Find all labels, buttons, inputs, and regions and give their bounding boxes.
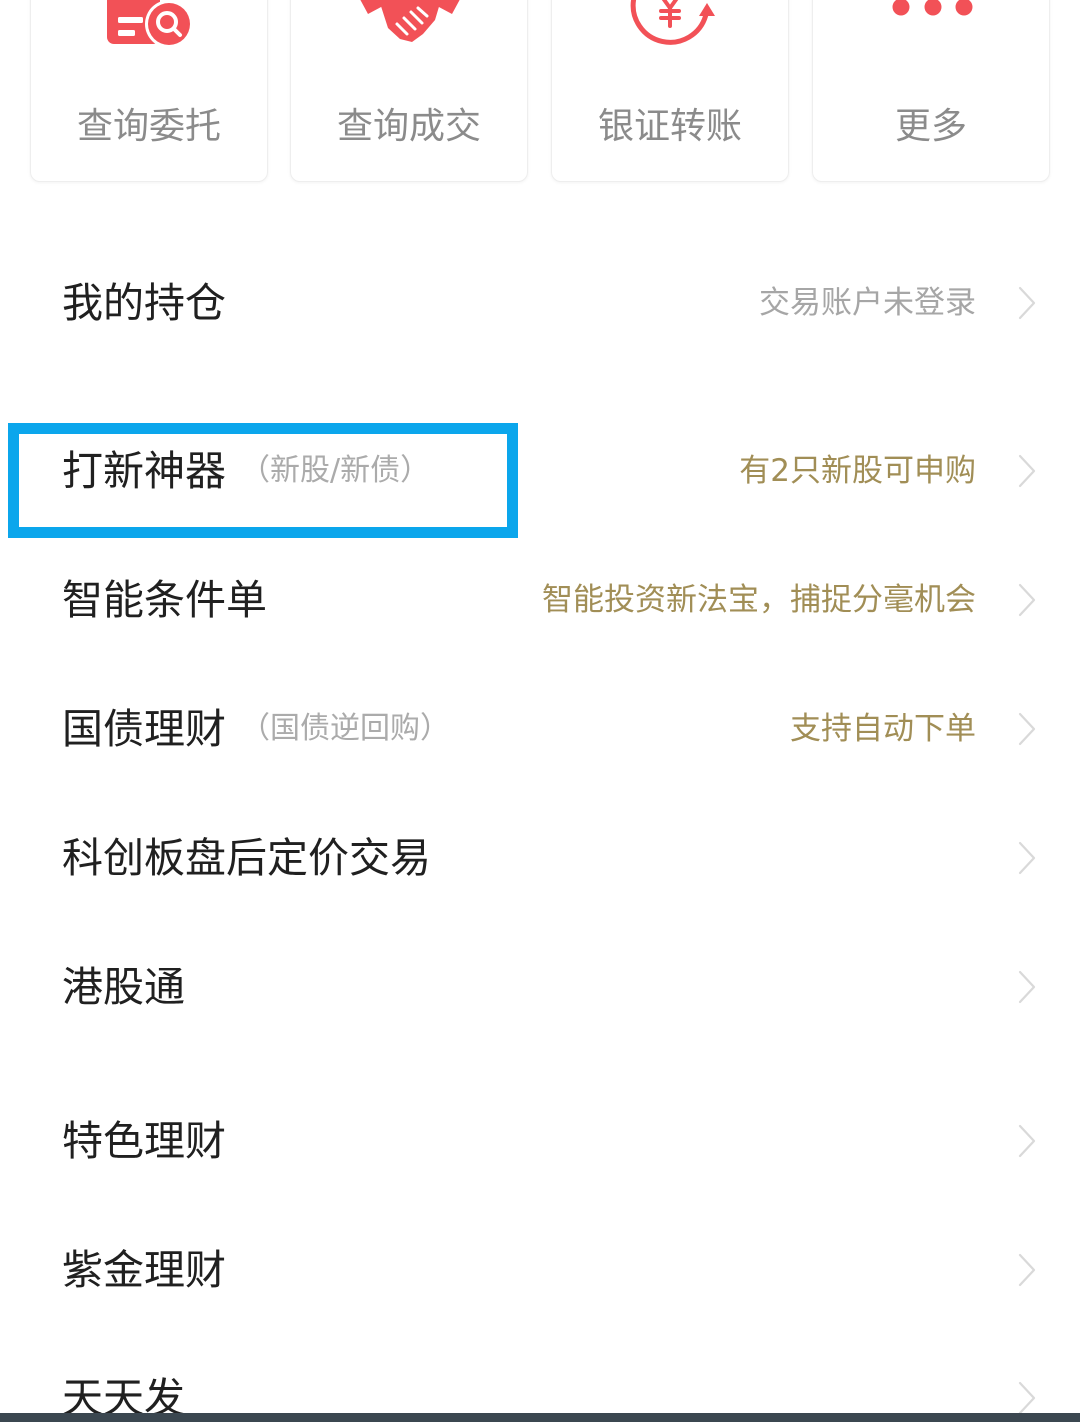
menu-item-text: 紫金理财 (62, 1246, 226, 1294)
menu-item-zijin-wealth[interactable]: 紫金理财 (0, 1206, 1080, 1334)
chevron-right-icon (1018, 712, 1036, 746)
menu-item-title: 科创板盘后定价交易 (62, 834, 431, 882)
menu-item-text: 智能条件单 (62, 576, 267, 624)
handshake-icon (360, 0, 460, 42)
more-dots-icon (892, 0, 973, 16)
menu-item-ipo-subscription[interactable]: 打新神器 （新股/新债） 有2只新股可申购 (0, 407, 1080, 535)
menu-item-text: 特色理财 (62, 1117, 226, 1165)
menu-item-title: 智能条件单 (62, 576, 267, 624)
menu-item-treasury-repo[interactable]: 国债理财 （国债逆回购） 支持自动下单 (0, 665, 1080, 793)
quick-action-label: 银证转账 (597, 106, 742, 147)
menu-item-hint: 有2只新股可申购 (739, 453, 976, 489)
menu-item-subtitle: （国债逆回购） (240, 711, 450, 746)
menu-item-star-market-after-hours[interactable]: 科创板盘后定价交易 (0, 794, 1080, 922)
menu-item-text: 科创板盘后定价交易 (62, 834, 431, 882)
chevron-right-icon (1018, 841, 1036, 875)
menu-item-my-positions[interactable]: 我的持仓 交易账户未登录 (0, 239, 1080, 367)
chevron-right-icon (1018, 1124, 1036, 1158)
menu-item-text: 国债理财 （国债逆回购） (62, 705, 450, 753)
quick-action-bank-transfer[interactable]: 银证转账 (551, 0, 789, 182)
quick-action-label: 查询成交 (336, 106, 481, 147)
menu-item-smart-conditional-order[interactable]: 智能条件单 智能投资新法宝，捕捉分毫机会 (0, 536, 1080, 664)
menu-item-title: 打新神器 (62, 447, 226, 495)
menu-item-text: 打新神器 （新股/新债） (62, 447, 430, 495)
quick-action-query-trades[interactable]: 查询成交 (290, 0, 528, 182)
quick-action-label: 查询委托 (76, 106, 221, 147)
chevron-right-icon (1018, 286, 1036, 320)
search-order-icon (107, 0, 193, 46)
menu-item-tiantianfa[interactable]: 天天发 (0, 1334, 1080, 1422)
chevron-right-icon (1018, 1381, 1036, 1415)
menu-item-subtitle: （新股/新债） (240, 453, 431, 488)
menu-item-title: 紫金理财 (62, 1246, 226, 1294)
menu-item-title: 特色理财 (62, 1117, 226, 1165)
chevron-right-icon (1018, 454, 1036, 488)
quick-action-label: 更多 (894, 106, 967, 147)
menu-item-title: 国债理财 (62, 705, 226, 753)
menu-item-text: 港股通 (62, 963, 185, 1011)
bottom-bar (0, 1413, 1080, 1422)
menu-item-title: 港股通 (62, 963, 185, 1011)
menu-item-stock-connect[interactable]: 港股通 (0, 923, 1080, 1051)
menu-item-hint: 智能投资新法宝，捕捉分毫机会 (542, 582, 976, 618)
chevron-right-icon (1018, 583, 1036, 617)
menu-item-text: 我的持仓 (62, 279, 226, 327)
menu-item-title: 我的持仓 (62, 279, 226, 327)
chevron-right-icon (1018, 1253, 1036, 1287)
menu-item-hint: 交易账户未登录 (759, 285, 976, 321)
chevron-right-icon (1018, 970, 1036, 1004)
yen-transfer-icon (630, 0, 715, 45)
menu-item-featured-wealth[interactable]: 特色理财 (0, 1077, 1080, 1205)
quick-action-query-orders[interactable]: 查询委托 (30, 0, 268, 182)
quick-action-more[interactable]: 更多 (812, 0, 1050, 182)
menu-item-hint: 支持自动下单 (790, 711, 976, 747)
